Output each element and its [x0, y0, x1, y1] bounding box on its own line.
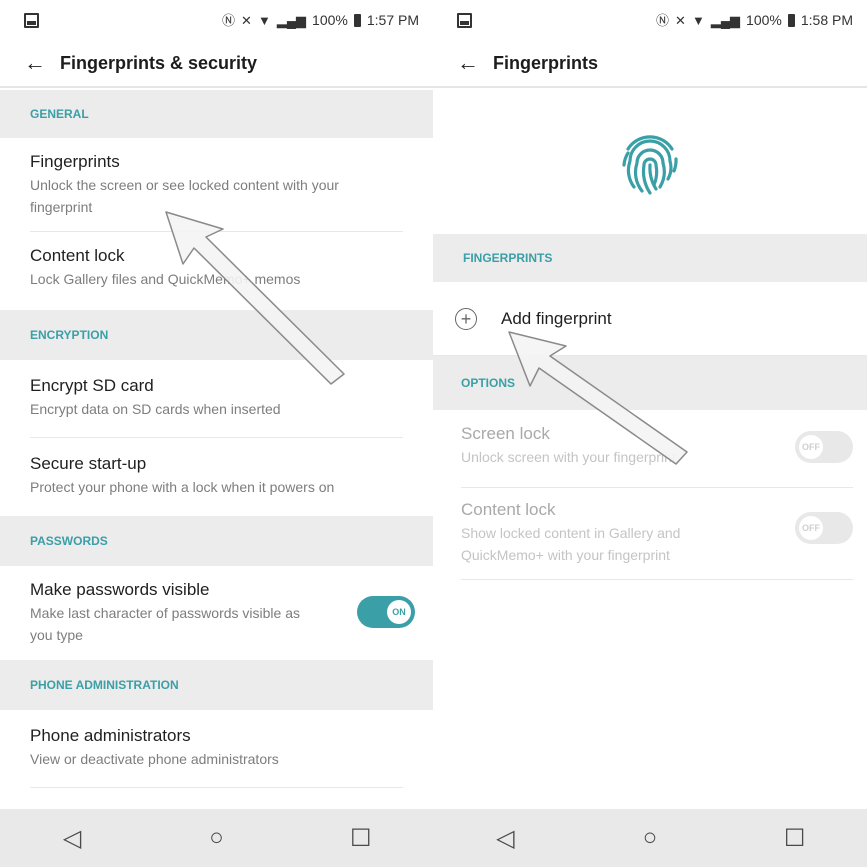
app-bar: ← Fingerprints — [433, 40, 867, 88]
setting-subtitle: Unlock screen with your fingerprint — [461, 449, 676, 465]
section-header-options: OPTIONS — [433, 356, 867, 410]
battery-percent: 100% — [312, 12, 348, 28]
page-title: Fingerprints — [493, 52, 599, 73]
app-bar: ← Fingerprints & security — [0, 40, 433, 88]
nfc-icon: Ⓝ — [656, 12, 670, 28]
nav-back-icon[interactable]: ◁ — [42, 824, 102, 853]
battery-percent: 100% — [746, 12, 782, 28]
add-icon: + — [455, 307, 477, 330]
toggle-state-label: OFF — [799, 516, 823, 540]
nav-home-icon[interactable]: ○ — [186, 824, 246, 852]
setting-subtitle: Protect your phone with a lock when it p… — [30, 479, 335, 495]
status-bar: Ⓝ ✕ ▼ ▂▄▆ 100% 1:57 PM — [0, 0, 433, 40]
setting-phone-administrators[interactable]: Phone administrators View or deactivate … — [0, 710, 433, 788]
setting-subtitle: Lock Gallery files and QuickMemo+ memos — [30, 271, 301, 287]
setting-fingerprints[interactable]: Fingerprints Unlock the screen or see lo… — [0, 138, 433, 232]
passwords-visible-toggle[interactable]: ON — [357, 596, 415, 628]
setting-subtitle: View or deactivate phone administrators — [30, 751, 279, 767]
toggle-state-label: ON — [387, 600, 411, 624]
setting-title: Make passwords visible — [30, 580, 210, 599]
option-screen-lock[interactable]: Screen lock Unlock screen with your fing… — [433, 410, 867, 488]
back-arrow-icon[interactable]: ← — [24, 52, 46, 74]
section-header-encryption: ENCRYPTION — [0, 310, 433, 360]
option-content-lock[interactable]: Content lock Show locked content in Gall… — [433, 488, 867, 580]
section-header-passwords: PASSWORDS — [0, 516, 433, 566]
content-lock-toggle[interactable]: OFF — [795, 512, 853, 544]
add-fingerprint-label: Add fingerprint — [501, 308, 612, 328]
setting-subtitle: Show locked content in Gallery and Quick… — [461, 525, 681, 563]
setting-content-lock[interactable]: Content lock Lock Gallery files and Quic… — [0, 232, 433, 310]
clock: 1:58 PM — [800, 12, 853, 28]
setting-make-passwords-visible[interactable]: Make passwords visible Make last charact… — [0, 566, 433, 660]
nav-recents-icon[interactable]: ☐ — [331, 824, 391, 853]
mute-icon: ✕ — [241, 12, 252, 28]
gallery-notification-icon — [24, 12, 39, 28]
battery-icon — [353, 13, 361, 27]
setting-subtitle: Unlock the screen or see locked content … — [30, 177, 339, 215]
nav-back-icon[interactable]: ◁ — [475, 824, 535, 853]
nav-home-icon[interactable]: ○ — [620, 824, 680, 852]
setting-title: Fingerprints — [30, 152, 120, 171]
setting-title: Phone administrators — [30, 726, 191, 745]
nav-recents-icon[interactable]: ☐ — [765, 824, 825, 853]
wifi-icon: ▼ — [691, 12, 705, 28]
gallery-notification-icon — [457, 12, 472, 28]
left-screen: Ⓝ ✕ ▼ ▂▄▆ 100% 1:57 PM ← Fingerprints & … — [0, 0, 433, 867]
wifi-icon: ▼ — [257, 12, 271, 28]
add-fingerprint-button[interactable]: + Add fingerprint — [433, 282, 867, 356]
status-bar: Ⓝ ✕ ▼ ▂▄▆ 100% 1:58 PM — [433, 0, 867, 40]
clock: 1:57 PM — [366, 12, 419, 28]
setting-title: Content lock — [30, 246, 125, 265]
page-title: Fingerprints & security — [60, 52, 258, 73]
section-header-phone-administration: PHONE ADMINISTRATION — [0, 660, 433, 710]
setting-subtitle: Make last character of passwords visible… — [30, 605, 300, 643]
setting-title: Secure start-up — [30, 454, 147, 473]
setting-title: Encrypt SD card — [30, 376, 154, 395]
settings-list: GENERAL Fingerprints Unlock the screen o… — [0, 90, 433, 809]
setting-secure-startup[interactable]: Secure start-up Protect your phone with … — [0, 438, 433, 516]
mute-icon: ✕ — [675, 12, 686, 28]
navigation-bar: ◁ ○ ☐ — [0, 809, 433, 867]
back-arrow-icon[interactable]: ← — [457, 52, 479, 74]
nfc-icon: Ⓝ — [222, 12, 236, 28]
battery-icon — [787, 13, 795, 27]
setting-title: Screen lock — [461, 424, 550, 443]
screen-lock-toggle[interactable]: OFF — [795, 431, 853, 463]
toggle-state-label: OFF — [799, 435, 823, 459]
fingerprints-list: FINGERPRINTS + Add fingerprint OPTIONS S… — [433, 90, 867, 809]
signal-icon: ▂▄▆ — [710, 12, 741, 28]
fingerprint-icon — [622, 135, 678, 195]
navigation-bar: ◁ ○ ☐ — [433, 809, 867, 867]
right-screen: Ⓝ ✕ ▼ ▂▄▆ 100% 1:58 PM ← Fingerprints FI… — [433, 0, 867, 867]
section-header-fingerprints: FINGERPRINTS — [433, 234, 867, 282]
setting-encrypt-sd-card[interactable]: Encrypt SD card Encrypt data on SD cards… — [0, 360, 433, 438]
setting-subtitle: Encrypt data on SD cards when inserted — [30, 401, 281, 417]
setting-title: Content lock — [461, 500, 556, 519]
signal-icon: ▂▄▆ — [276, 12, 307, 28]
section-header-general: GENERAL — [0, 90, 433, 138]
